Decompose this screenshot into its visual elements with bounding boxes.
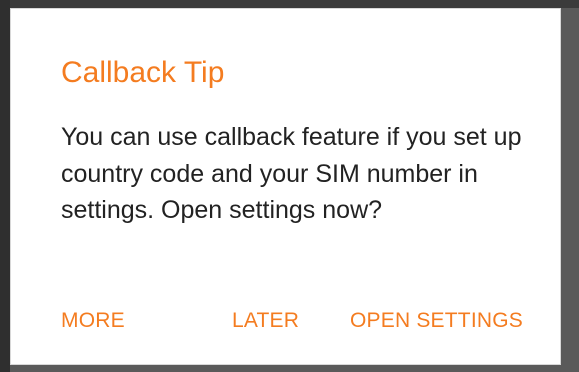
- dialog-message: You can use callback feature if you set …: [61, 123, 522, 224]
- callback-tip-dialog: Callback Tip You can use callback featur…: [10, 8, 561, 365]
- open-settings-button[interactable]: OPEN SETTINGS: [350, 305, 523, 337]
- background-app-strip-top: [0, 0, 579, 8]
- more-button[interactable]: MORE: [61, 305, 125, 337]
- background-app-strip-left: [0, 0, 10, 372]
- dialog-actions: MORE LATER OPEN SETTINGS: [11, 305, 560, 337]
- later-button[interactable]: LATER: [232, 305, 299, 337]
- dialog-title: Callback Tip: [61, 56, 225, 89]
